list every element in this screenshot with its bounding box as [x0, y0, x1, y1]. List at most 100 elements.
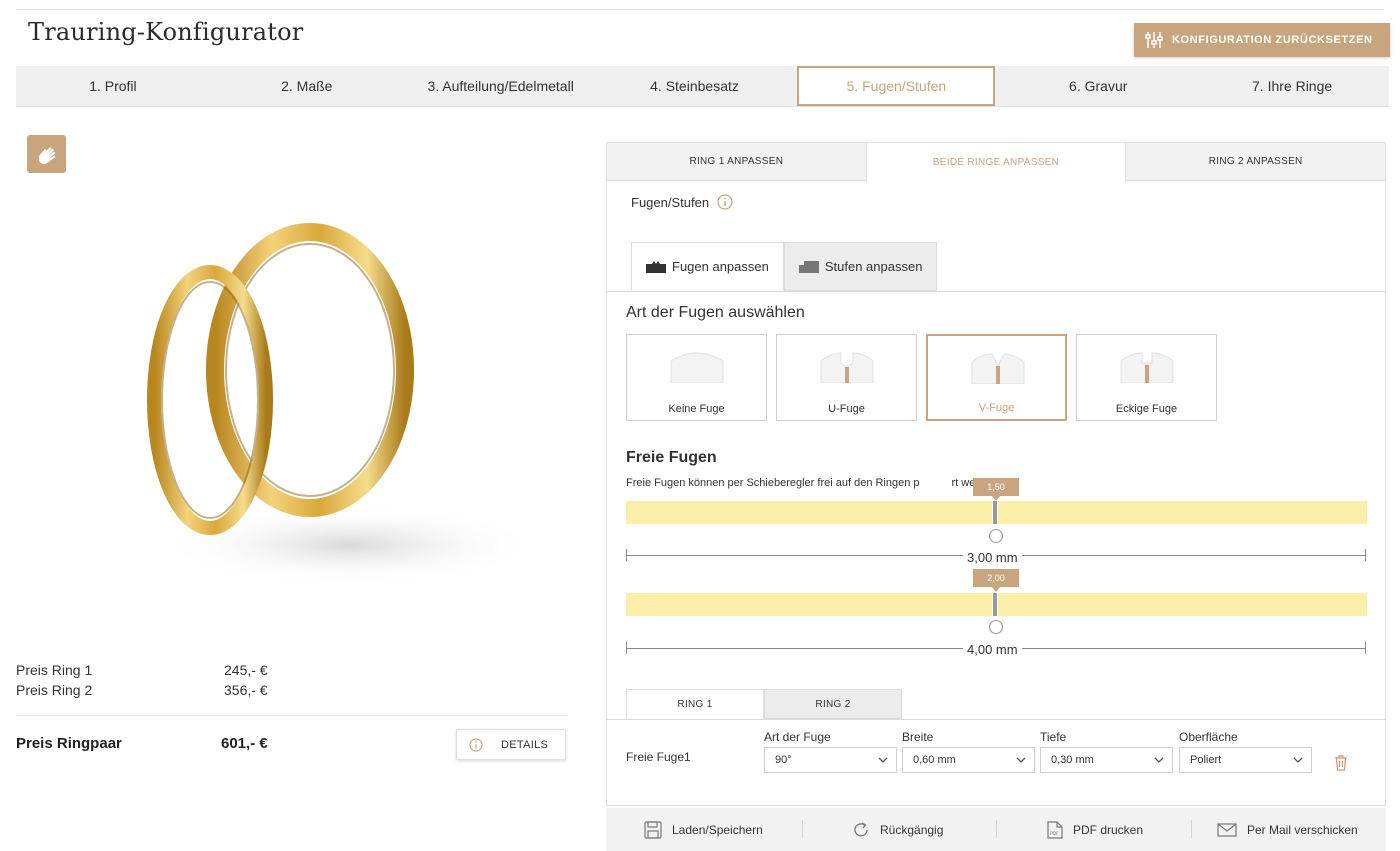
- fuge-option-eckig[interactable]: Eckige Fuge: [1076, 334, 1217, 421]
- ring2-width-label: 4,00 mm: [963, 642, 1022, 657]
- eckige-fuge-icon: [1120, 352, 1174, 383]
- dimension-line-end: [1365, 642, 1366, 654]
- ring2-fugen-slider-knob[interactable]: [989, 620, 1003, 634]
- chevron-down-icon: [1293, 757, 1303, 763]
- breite-value: 0,60 mm: [913, 754, 956, 766]
- step-ihre-ringe[interactable]: 7. Ihre Ringe: [1195, 66, 1389, 106]
- undo-label: Rückgängig: [880, 822, 944, 837]
- fuge-option-label: Eckige Fuge: [1115, 403, 1178, 415]
- chevron-down-icon: [1016, 757, 1026, 763]
- floppy-disk-icon: [644, 820, 662, 839]
- fuge-option-keine[interactable]: Keine Fuge: [626, 334, 767, 421]
- fuge-option-u[interactable]: U-Fuge: [776, 334, 917, 421]
- dimension-line-end: [1365, 549, 1366, 561]
- tab-ring1[interactable]: RING 1: [626, 689, 764, 719]
- load-save-button[interactable]: Laden/Speichern: [644, 820, 763, 839]
- ring-preview-image: [100, 215, 560, 635]
- tiefe-value: 0,30 mm: [1051, 754, 1094, 766]
- tab-ring2-anpassen[interactable]: RING 2 ANPASSEN: [1126, 143, 1385, 180]
- ring1-fugen-slider-knob[interactable]: [989, 529, 1003, 543]
- price-divider: [16, 715, 568, 716]
- tab-fugen-anpassen-label: Fugen anpassen: [672, 259, 769, 274]
- details-button[interactable]: DETAILS: [456, 729, 566, 760]
- ring1-fugen-slider-handle[interactable]: [992, 501, 998, 524]
- fuge-option-label: V-Fuge: [978, 402, 1015, 414]
- oberflaeche-label: Oberfläche: [1179, 730, 1238, 744]
- section-label: Fugen/Stufen: [631, 194, 733, 210]
- price-ring1-value: 245,- €: [224, 662, 268, 678]
- details-label: DETAILS: [501, 738, 549, 751]
- art-der-fuge-value: 90°: [775, 754, 792, 766]
- step-masse[interactable]: 2. Maße: [210, 66, 404, 106]
- tab-stufen-anpassen[interactable]: Stufen anpassen: [783, 242, 938, 291]
- bottom-action-bar: Laden/Speichern Rückgängig PDF PDF druck…: [606, 808, 1386, 851]
- ring2-fugen-slider-handle[interactable]: [992, 593, 998, 616]
- fuge-option-label: U-Fuge: [828, 403, 865, 415]
- top-divider: [16, 9, 1384, 10]
- step-steinbesatz[interactable]: 4. Steinbesatz: [598, 66, 792, 106]
- envelope-icon: [1217, 822, 1237, 837]
- svg-text:PDF: PDF: [1050, 831, 1059, 837]
- sub-tabs-divider: [607, 291, 1385, 292]
- chevron-down-icon: [1154, 757, 1164, 763]
- art-der-fuge-label: Art der Fuge: [764, 730, 831, 744]
- tiefe-select[interactable]: 0,30 mm: [1040, 747, 1173, 773]
- total-price-value: 601,- €: [221, 735, 268, 752]
- tab-beide-ringe-anpassen[interactable]: BEIDE RINGE ANPASSEN: [865, 143, 1127, 182]
- tab-ring2[interactable]: RING 2: [764, 689, 902, 719]
- ring1-fugen-slider-track[interactable]: [626, 501, 1367, 524]
- undo-icon: [852, 821, 870, 839]
- freie-fuge-row-label: Freie Fuge1: [626, 750, 691, 764]
- step-profil[interactable]: 1. Profil: [16, 66, 210, 106]
- stufen-icon: [798, 260, 819, 273]
- price-ring2-label: Preis Ring 2: [16, 682, 93, 698]
- reset-configuration-label: KONFIGURATION ZURÜCKSETZEN: [1172, 34, 1373, 46]
- bottom-bar-divider: [996, 820, 997, 838]
- configuration-panel: RING 1 ANPASSEN BEIDE RINGE ANPASSEN RIN…: [606, 142, 1386, 806]
- slider1-value-tooltip: 1,50: [973, 478, 1019, 501]
- section-label-text: Fugen/Stufen: [631, 194, 710, 210]
- fugen-stufen-tabs: Fugen anpassen Stufen anpassen: [631, 242, 938, 291]
- art-der-fuge-select[interactable]: 90°: [764, 747, 897, 773]
- bottom-bar-divider: [802, 820, 803, 838]
- reset-configuration-button[interactable]: KONFIGURATION ZURÜCKSETZEN: [1134, 23, 1390, 57]
- undo-button[interactable]: Rückgängig: [852, 821, 943, 839]
- pdf-print-button[interactable]: PDF PDF drucken: [1047, 820, 1143, 839]
- v-fuge-icon: [971, 353, 1025, 384]
- step-aufteilung[interactable]: 3. Aufteilung/Edelmetall: [404, 66, 598, 106]
- ring1-width-label: 3,00 mm: [963, 550, 1022, 565]
- pdf-icon: PDF: [1047, 820, 1063, 839]
- info-icon: [469, 737, 483, 752]
- hand-icon[interactable]: [27, 135, 66, 173]
- bottom-bar-divider: [1191, 820, 1192, 838]
- tab-ring1-anpassen[interactable]: RING 1 ANPASSEN: [607, 143, 866, 180]
- oberflaeche-select[interactable]: Poliert: [1179, 747, 1312, 773]
- slider2-value-tooltip: 2,00: [973, 569, 1019, 592]
- fugen-type-heading: Art der Fugen auswählen: [626, 304, 805, 321]
- breite-select[interactable]: 0,60 mm: [902, 747, 1035, 773]
- tab-fugen-anpassen[interactable]: Fugen anpassen: [631, 242, 784, 291]
- ring-tabs-divider: [607, 719, 1385, 720]
- fuge-option-v[interactable]: V-Fuge: [926, 334, 1067, 421]
- ring2-fugen-slider-track[interactable]: [626, 593, 1367, 616]
- step-gravur[interactable]: 6. Gravur: [1001, 66, 1195, 106]
- send-mail-label: Per Mail verschicken: [1247, 822, 1358, 837]
- breite-label: Breite: [902, 730, 934, 744]
- u-fuge-icon: [820, 352, 874, 383]
- chevron-down-icon: [878, 757, 888, 763]
- ring-select-tabs: RING 1 RING 2: [626, 689, 902, 719]
- info-icon[interactable]: [717, 194, 733, 210]
- free-fugen-description-start: Freie Fugen können per Schieberegler fre…: [626, 477, 920, 489]
- fugen-icon: [646, 260, 666, 273]
- step-fugen-stufen[interactable]: 5. Fugen/Stufen: [797, 66, 996, 106]
- oberflaeche-value: Poliert: [1190, 754, 1222, 766]
- sliders-icon: [1144, 30, 1164, 50]
- tab-stufen-anpassen-label: Stufen anpassen: [824, 259, 923, 274]
- tiefe-label: Tiefe: [1040, 730, 1067, 744]
- page-title: Trauring-Konfigurator: [28, 18, 304, 46]
- fugen-type-options: Keine Fuge U-Fuge V-Fuge Eckige Fuge: [626, 334, 1226, 421]
- load-save-label: Laden/Speichern: [672, 822, 763, 837]
- send-mail-button[interactable]: Per Mail verschicken: [1217, 823, 1358, 837]
- trash-icon[interactable]: [1334, 755, 1348, 776]
- free-fugen-heading: Freie Fugen: [626, 449, 717, 466]
